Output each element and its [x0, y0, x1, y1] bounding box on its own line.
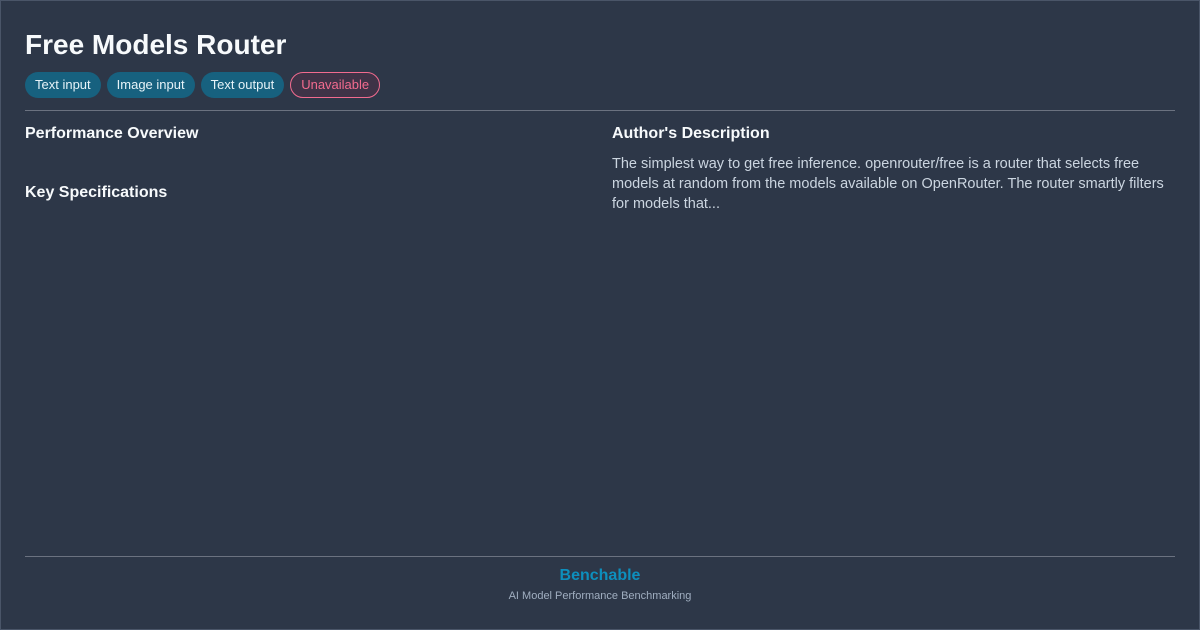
badge-text-input: Text input: [25, 72, 101, 98]
key-specifications-heading: Key Specifications: [25, 184, 168, 201]
author-description-heading: Author's Description: [612, 125, 770, 142]
header-divider: [25, 110, 1175, 111]
author-description-text: The simplest way to get free inference. …: [612, 156, 1164, 212]
performance-overview-heading: Performance Overview: [25, 125, 199, 142]
badge-image-input: Image input: [106, 72, 195, 98]
footer-brand: Benchable: [559, 567, 641, 584]
footer-divider: [25, 556, 1175, 557]
page-title: Free Models Router: [25, 29, 287, 60]
footer-tagline: AI Model Performance Benchmarking: [508, 590, 692, 602]
badge-text-output: Text output: [200, 72, 285, 98]
badge-row: Text input Image input Text output Unava…: [25, 72, 381, 98]
status-badge-unavailable: Unavailable: [290, 72, 381, 98]
model-card: Free Models Router Text input Image inpu…: [0, 0, 1200, 630]
